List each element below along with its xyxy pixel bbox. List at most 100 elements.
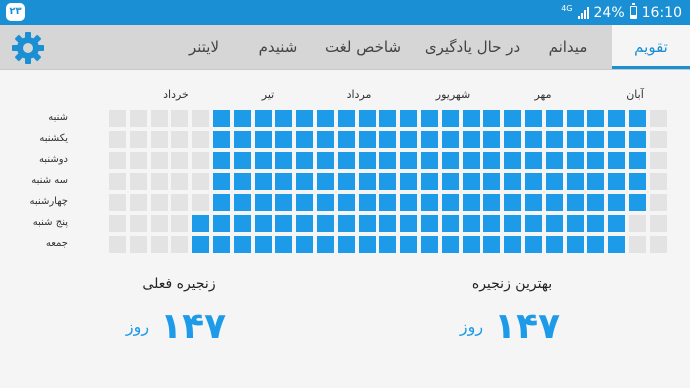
heatmap-cell (213, 215, 230, 232)
best-streak-number: ۱۴۷ (494, 306, 561, 347)
heatmap-cell (192, 110, 210, 127)
heatmap-cell (462, 173, 480, 190)
day-label-sunday: یکشنبه (39, 133, 68, 144)
heatmap-cell (150, 131, 168, 148)
heatmap-cell (317, 173, 334, 190)
heatmap-cell (358, 194, 376, 211)
heatmap-cell (213, 194, 230, 211)
heatmap-cell (608, 152, 626, 169)
heatmap-cell (587, 110, 605, 127)
heatmap-cell (379, 152, 397, 169)
heatmap-cell (545, 110, 563, 127)
heatmap-cell (358, 131, 376, 148)
day-label-friday: جمعه (45, 238, 68, 249)
heatmap-cell (483, 152, 501, 169)
tab-learning[interactable]: در حال یادگیری (415, 25, 530, 69)
heatmap-cell (649, 173, 667, 190)
heatmap-cell (504, 110, 522, 127)
heatmap-cell (587, 215, 605, 232)
month-label-khordad: خرداد (163, 88, 189, 101)
battery-icon (629, 3, 637, 19)
heatmap-cell (421, 215, 438, 232)
day-label-thursday: پنج شنبه (32, 217, 68, 228)
heatmap-cell (150, 110, 168, 127)
heatmap-cell (129, 131, 147, 148)
heatmap-cell (629, 236, 646, 253)
heatmap-cell (462, 152, 480, 169)
heatmap-cell (629, 173, 646, 190)
heatmap-cell (400, 110, 418, 127)
day-label-wednesday: چهارشنبه (29, 196, 68, 207)
heatmap-cell (296, 110, 314, 127)
signal-icon (577, 6, 589, 19)
heatmap-cell (649, 131, 667, 148)
tab-leitner[interactable]: لایتنر (168, 25, 240, 69)
heatmap-cell (462, 131, 480, 148)
heatmap-cell (441, 152, 459, 169)
heatmap-cell (649, 236, 667, 253)
day-label-saturday: شنبه (48, 112, 68, 123)
heatmap-cell (421, 236, 438, 253)
tab-did-you-know[interactable]: میدانم (536, 25, 600, 69)
heatmap-cell (275, 215, 293, 232)
heatmap-cell (587, 131, 605, 148)
heatmap-cell (337, 194, 355, 211)
heatmap-cell (400, 236, 418, 253)
best-streak-value: ۱۴۷ روز (410, 306, 610, 347)
best-streak-unit: روز (459, 317, 484, 336)
heatmap-cell (566, 152, 584, 169)
heatmap-cell (192, 173, 210, 190)
heatmap-cell (192, 215, 210, 232)
heatmap-cell (649, 215, 667, 232)
heatmap-cell (171, 194, 189, 211)
heatmap-cell (483, 173, 501, 190)
heatmap-cell (629, 131, 646, 148)
heatmap-cell (254, 194, 272, 211)
heatmap-cell (566, 173, 584, 190)
heatmap-cell (462, 194, 480, 211)
heatmap-cell (275, 131, 293, 148)
heatmap-cell (150, 173, 168, 190)
heatmap-cell (233, 236, 251, 253)
heatmap-cell (525, 173, 542, 190)
heatmap-cell (129, 110, 147, 127)
heatmap-cell (379, 131, 397, 148)
settings-button[interactable] (10, 31, 46, 65)
heatmap-cell (587, 152, 605, 169)
heatmap-cell (171, 236, 189, 253)
heatmap-cell (608, 110, 626, 127)
heatmap-cell (587, 236, 605, 253)
heatmap-cell (213, 236, 230, 253)
heatmap-cell (275, 194, 293, 211)
current-streak-number: ۱۴۷ (160, 306, 227, 347)
heatmap-cell (421, 194, 438, 211)
heatmap-cell (379, 215, 397, 232)
heatmap-cell (400, 131, 418, 148)
heatmap-cell (566, 194, 584, 211)
heatmap-cell (525, 215, 542, 232)
heatmap-cell (545, 152, 563, 169)
heatmap-cell (213, 110, 230, 127)
heatmap-cell (566, 215, 584, 232)
heatmap-cell (171, 173, 189, 190)
heatmap-cell (566, 131, 584, 148)
heatmap-cell (608, 194, 626, 211)
heatmap-cell (504, 152, 522, 169)
network-type-label: 4G (561, 3, 573, 13)
heatmap-cell (254, 236, 272, 253)
heatmap-cell (483, 215, 501, 232)
heatmap-cell (233, 152, 251, 169)
month-label-shahrivar: شهریور (435, 88, 471, 101)
heatmap-cell (129, 173, 147, 190)
tab-calendar[interactable]: تقویم (612, 25, 690, 69)
current-streak-unit: روز (125, 317, 150, 336)
heatmap-cell (525, 236, 542, 253)
heatmap-cell (525, 152, 542, 169)
heatmap-cell (192, 152, 210, 169)
tab-word-index[interactable]: شاخص لغت (316, 25, 410, 69)
tab-heard[interactable]: شنیدم (245, 25, 311, 69)
heatmap-cell (441, 215, 459, 232)
heatmap-cell (421, 110, 438, 127)
heatmap-cell (233, 215, 251, 232)
app-notification-badge: ۲۳ (6, 3, 25, 21)
